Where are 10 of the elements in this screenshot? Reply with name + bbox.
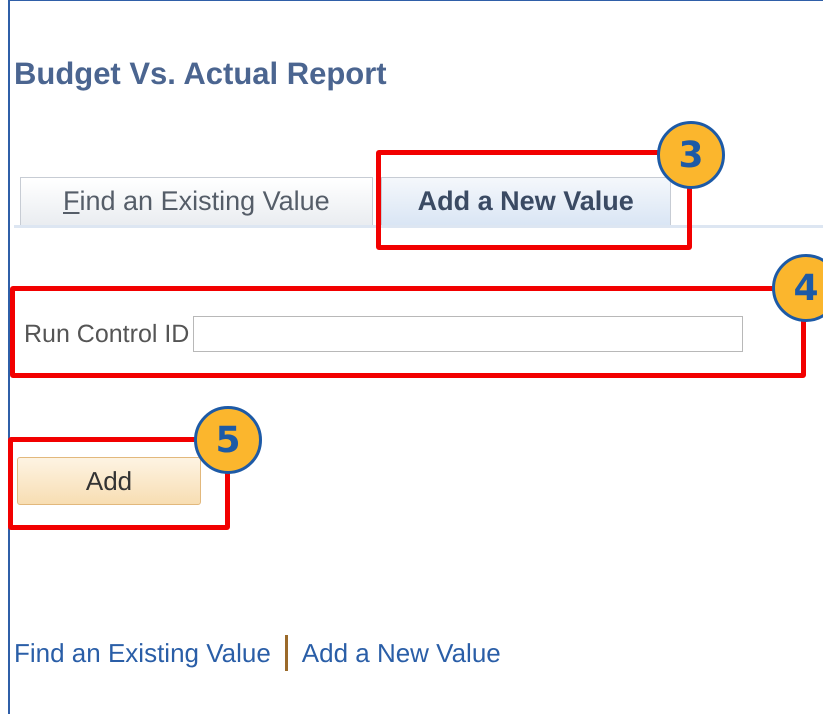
add-button[interactable]: Add — [17, 457, 201, 505]
link[interactable]: Find an Existing Value — [14, 638, 271, 668]
tab[interactable]: Add a New Value — [380, 177, 671, 225]
page-title: Budget Vs. Actual Report — [14, 56, 388, 92]
step-badge: 3 — [657, 121, 725, 189]
step-badge: 5 — [194, 406, 262, 474]
tab[interactable]: Find an Existing Value — [20, 177, 373, 225]
field-label: Run Control ID — [24, 320, 190, 348]
link[interactable]: Add a New Value — [302, 638, 501, 668]
step-badge: 4 — [772, 254, 823, 322]
